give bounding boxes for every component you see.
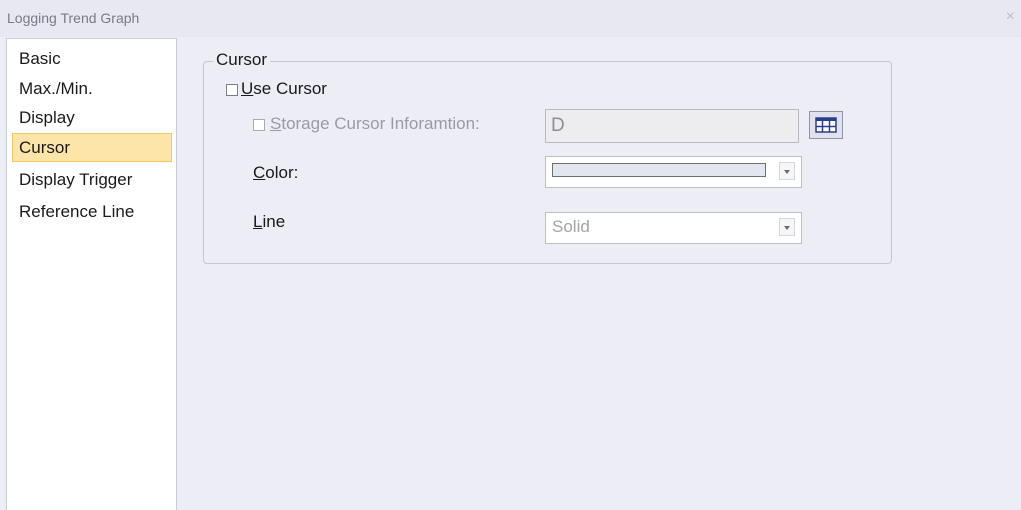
window-title: Logging Trend Graph	[7, 10, 140, 26]
storage-cursor-input[interactable]: D	[545, 109, 799, 143]
sidebar-item-cursor[interactable]: Cursor	[12, 133, 172, 162]
color-dropdown[interactable]	[545, 156, 802, 188]
use-cursor-checkbox[interactable]	[226, 84, 238, 96]
device-browse-button[interactable]	[809, 111, 843, 139]
sidebar-item-reference-line[interactable]: Reference Line	[12, 197, 172, 226]
category-list: Basic Max./Min. Display Cursor Display T…	[6, 38, 177, 510]
sidebar-item-basic[interactable]: Basic	[12, 44, 172, 73]
sidebar-item-max-min[interactable]: Max./Min.	[12, 74, 172, 103]
settings-panel: Cursor Use Cursor Storage Cursor Inforam…	[178, 38, 1021, 510]
cursor-group-title: Cursor	[213, 50, 271, 70]
line-style-value: Solid	[552, 217, 590, 236]
sidebar-item-display-trigger[interactable]: Display Trigger	[12, 165, 172, 194]
close-icon[interactable]: ×	[1006, 9, 1015, 25]
chevron-down-icon[interactable]	[779, 218, 795, 236]
sidebar-item-display[interactable]: Display	[12, 103, 172, 132]
line-label: Line	[253, 212, 286, 231]
use-cursor-label[interactable]: Use Cursor	[241, 79, 327, 99]
dialog-window: Logging Trend Graph × Basic Max./Min. Di…	[0, 0, 1021, 510]
storage-cursor-label: Storage Cursor Inforamtion:	[270, 114, 480, 133]
table-grid-icon	[815, 117, 837, 133]
chevron-down-icon[interactable]	[779, 162, 795, 180]
line-style-dropdown[interactable]: Solid	[545, 212, 802, 244]
storage-cursor-checkbox[interactable]	[253, 119, 265, 131]
color-label: Color:	[253, 163, 299, 182]
color-swatch	[552, 163, 766, 177]
title-bar: Logging Trend Graph ×	[0, 0, 1021, 37]
